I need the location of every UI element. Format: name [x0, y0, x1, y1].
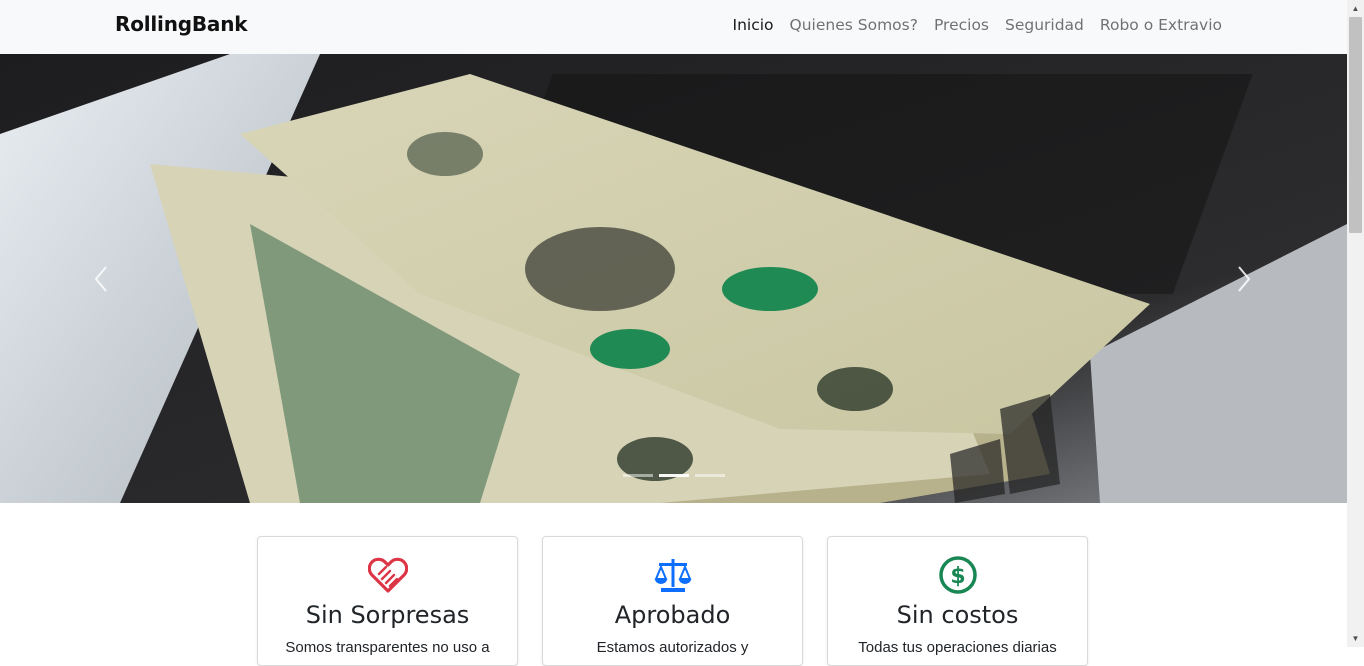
scroll-down-arrow-icon[interactable]: ▼ — [1347, 630, 1364, 647]
nav-link-robo-extravio[interactable]: Robo o Extravio — [1100, 16, 1222, 34]
carousel-next-button[interactable] — [1215, 249, 1275, 309]
nav-link-seguridad[interactable]: Seguridad — [1005, 16, 1084, 34]
scrollbar-thumb[interactable] — [1349, 17, 1362, 233]
carousel-indicator[interactable] — [658, 474, 689, 477]
feature-text: Todas tus operaciones diarias — [858, 639, 1057, 656]
feature-text: Estamos autorizados y — [596, 639, 749, 656]
handshake-icon — [368, 557, 408, 593]
chevron-right-icon — [1238, 266, 1251, 292]
nav-link-precios[interactable]: Precios — [934, 16, 989, 34]
page-scrollbar[interactable]: ▲ ▼ — [1347, 0, 1364, 647]
feature-text: Somos transparentes no uso a — [285, 639, 490, 656]
carousel-indicators — [0, 474, 1347, 477]
carousel-image-money-laptop — [0, 54, 1347, 503]
feature-title: Sin Sorpresas — [305, 601, 470, 629]
dollar-circle-icon: $ — [939, 556, 977, 594]
feature-title: Sin costos — [896, 601, 1019, 629]
nav-link-quienes-somos[interactable]: Quienes Somos? — [790, 16, 918, 34]
scales-icon — [654, 559, 692, 592]
nav-links: Inicio Quienes Somos? Precios Seguridad … — [733, 16, 1222, 34]
scroll-up-arrow-icon[interactable]: ▲ — [1347, 0, 1364, 17]
carousel-indicator[interactable] — [694, 474, 725, 477]
hero-carousel — [0, 54, 1347, 503]
navbar: RollingBank Inicio Quienes Somos? Precio… — [0, 0, 1347, 54]
carousel-prev-button[interactable] — [70, 249, 130, 309]
svg-text:$: $ — [950, 564, 965, 589]
nav-link-inicio[interactable]: Inicio — [733, 16, 774, 34]
brand-logo[interactable]: RollingBank — [115, 12, 248, 36]
chevron-left-icon — [94, 266, 107, 292]
carousel-indicator[interactable] — [622, 474, 653, 477]
feature-title: Aprobado — [614, 601, 731, 629]
